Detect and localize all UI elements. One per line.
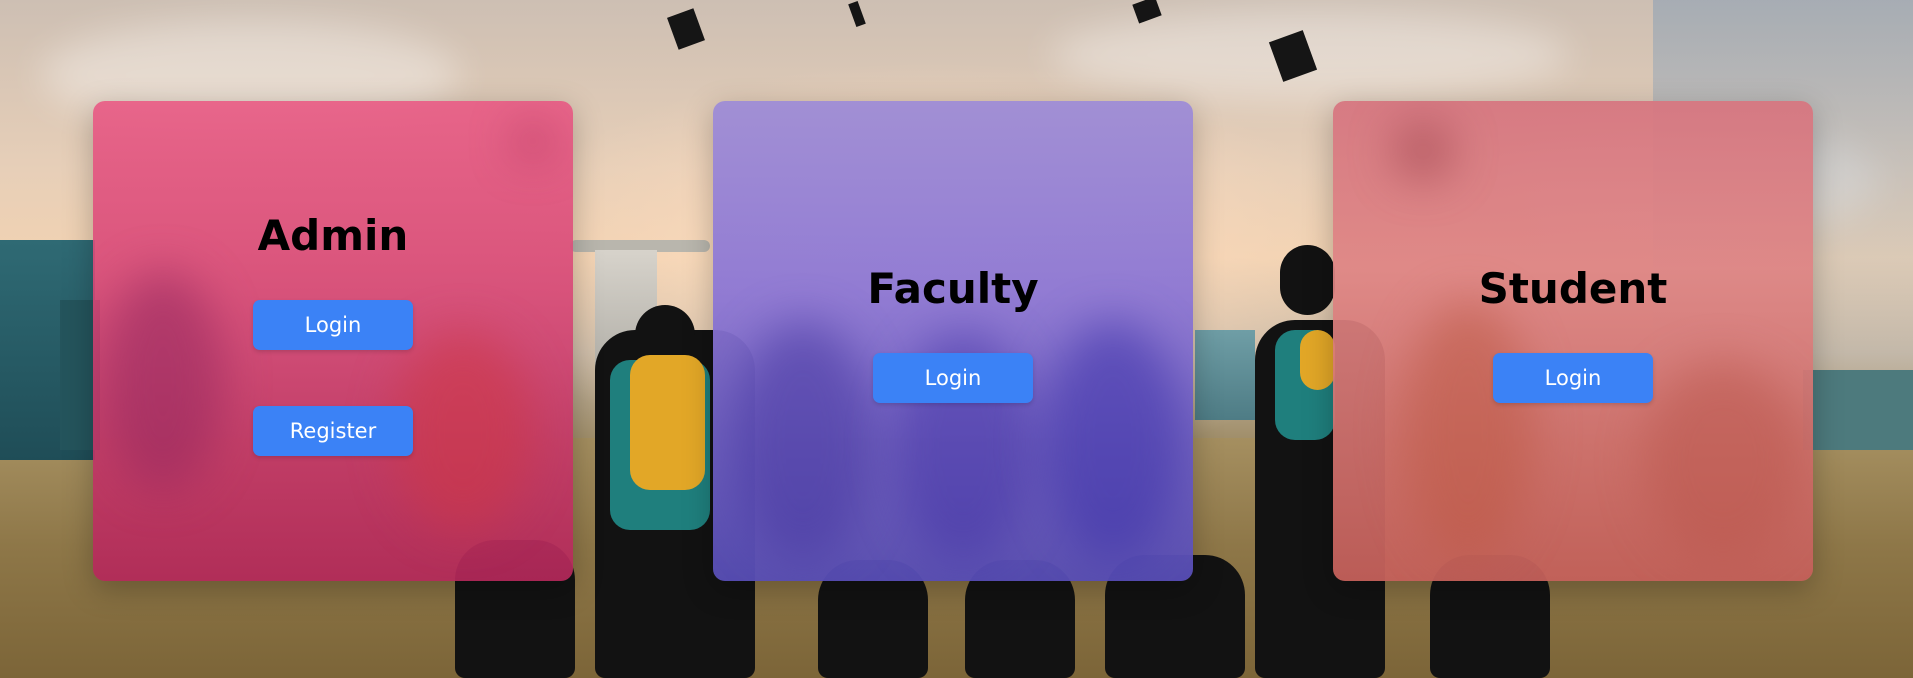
blur-shape: [103, 271, 223, 491]
admin-register-button[interactable]: Register: [253, 406, 413, 456]
blur-shape: [393, 331, 533, 531]
blur-shape: [1043, 321, 1183, 561]
admin-card: Admin Login Register: [93, 101, 573, 581]
faculty-card: Faculty Login: [713, 101, 1193, 581]
graduate-stole: [1300, 330, 1335, 390]
city-building: [1195, 330, 1255, 420]
blur-shape: [1393, 121, 1453, 181]
graduate-stole: [630, 355, 705, 490]
graduate-head: [1280, 245, 1335, 315]
blur-shape: [1403, 301, 1533, 561]
blur-shape: [733, 321, 873, 561]
faculty-title: Faculty: [867, 264, 1039, 313]
blur-shape: [513, 121, 553, 161]
page: Admin Login Register Faculty Login Stude…: [0, 0, 1913, 678]
graduation-cap: [667, 8, 705, 50]
admin-login-button[interactable]: Login: [253, 300, 413, 350]
student-card: Student Login: [1333, 101, 1813, 581]
student-login-button[interactable]: Login: [1493, 353, 1653, 403]
graduation-cap: [848, 1, 866, 27]
admin-title: Admin: [257, 211, 409, 260]
student-title: Student: [1478, 264, 1668, 313]
city-building: [1803, 370, 1913, 450]
blur-shape: [1643, 361, 1803, 561]
faculty-login-button[interactable]: Login: [873, 353, 1033, 403]
